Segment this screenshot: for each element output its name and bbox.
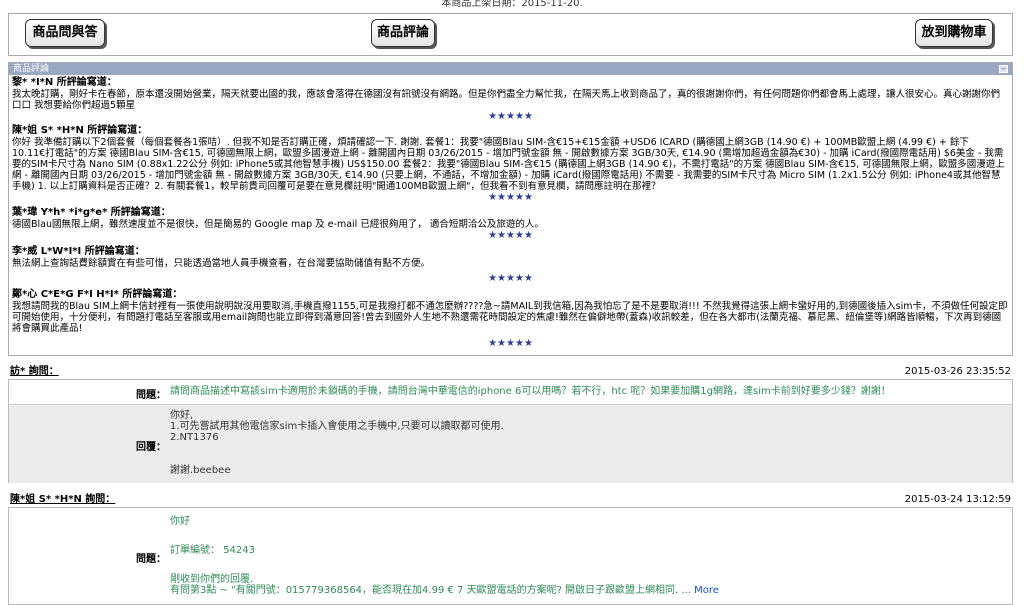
collapse-icon[interactable]: − (999, 65, 1008, 73)
review-author: 李*威 L*W*I*I 所評論寫道： (12, 246, 145, 257)
question-date: 2015-03-24 13:12:59 (904, 494, 1011, 505)
question-date: 2015-03-26 23:35:52 (904, 366, 1011, 377)
star-rating: ★★★★★ (488, 273, 533, 284)
review-panel: 商品評論 − 黎* *I*N 所評論寫道： 我太晚訂購，剛好卡在春節，原本還沒開… (8, 62, 1013, 356)
review-author: 鄭*心 C*E*G F*I H*I* 所評論寫道： (12, 289, 183, 300)
asker-name[interactable]: 訪* 詢問： (10, 365, 59, 378)
question-line: 你好 (170, 516, 190, 527)
review-item: 黎* *I*N 所評論寫道： 我太晚訂購，剛好卡在春節，原本還沒開始營業，隔天就… (9, 76, 1012, 122)
question-box: 問題： 你好 訂單編號： 54243 剛收到你們的回覆. 有問第3點 ~ "有關… (8, 507, 1013, 605)
question-line (170, 527, 719, 538)
add-to-cart-button[interactable]: 放到購物車 (915, 19, 993, 47)
star-rating: ★★★★★ (488, 230, 533, 241)
review-text: 無法網上查詢話費餘額實在有些可惜，只能透過當地人員手機查看，在台灣要協助儲值有點… (12, 258, 431, 269)
question-text: 你好 訂單編號： 54243 剛收到你們的回覆. 有問第3點 ~ "有關門號：0… (170, 516, 719, 596)
answer-line: 2.NT1376 (170, 432, 219, 443)
star-rating: ★★★★★ (488, 338, 533, 349)
star-rating: ★★★★★ (488, 192, 533, 203)
review-button[interactable]: 商品評論 (371, 19, 435, 47)
review-text: 你好 我準備訂購以下2個套餐（每個套餐各1張咭）. 但我不知是否訂購正確，煩請確… (12, 137, 1005, 192)
review-item: 李*威 L*W*I*I 所評論寫道： 無法網上查詢話費餘額實在有些可惜，只能透過… (9, 245, 1012, 284)
review-author: 黎* *I*N 所評論寫道： (12, 77, 117, 88)
question-header: 訪* 詢問： 2015-03-26 23:35:52 (8, 365, 1011, 378)
question-row: 問題： 請問商品描述中寫該sim卡適用於未鎖碼的手機，請問台灣中華電信的ipho… (9, 380, 1012, 402)
question-label: 問題： (136, 554, 166, 565)
answer-row: 回覆： 你好, 1.可先嘗試用其他電信家sim卡插入會使用之手機中,只要可以讀取… (9, 404, 1012, 483)
question-line: 訂單編號： 54243 (170, 545, 255, 556)
more-link[interactable]: More (694, 585, 719, 596)
answer-line: 1.可先嘗試用其他電信家sim卡插入會使用之手機中,只要可以讀取都可使用. (170, 421, 504, 432)
question-line-last: 有問第3點 ~ "有關門號：015779368564，能否現在加4.99 € 7… (170, 585, 719, 596)
question-line: 剛收到你們的回覆. (170, 574, 254, 585)
question-box: 問題： 請問商品描述中寫該sim卡適用於未鎖碼的手機，請問台灣中華電信的ipho… (8, 379, 1013, 483)
review-panel-title: 商品評論 (13, 64, 50, 74)
review-item: 葉*瑋 Y*h* *i*g*e* 所評論寫道： 德國Blau國無限上網，雖然速度… (9, 206, 1012, 241)
review-text: 德國Blau國無限上網，雖然速度並不是很快，但是簡易的 Google map 及… (12, 219, 544, 230)
question-line (170, 556, 719, 567)
question-line: 有問第3點 ~ "有關門號：015779368564，能否現在加4.99 € 7… (170, 585, 691, 596)
answer-line: 謝謝.beebee (170, 465, 231, 476)
question-text: 請問商品描述中寫該sim卡適用於未鎖碼的手機，請問台灣中華電信的iphone 6… (170, 386, 891, 397)
star-rating: ★★★★★ (488, 111, 533, 122)
listing-date-note: 本商品上架日期：2015-11-20. (441, 0, 583, 9)
answer-label: 回覆： (136, 442, 166, 453)
review-text: 我太晚訂購，剛好卡在春節，原本還沒開始營業，隔天就要出國的我，應該會落得在德國沒… (12, 89, 1001, 111)
review-text: 我想請問我的Blau SIM上網卡信封裡有一張使用說明說沒用要取消,手機直撥11… (12, 301, 1008, 334)
qa-button[interactable]: 商品問與答 (25, 19, 105, 47)
answer-text: 你好, 1.可先嘗試用其他電信家sim卡插入會使用之手機中,只要可以讀取都可使用… (170, 410, 504, 476)
action-button-bar: 商品問與答 商品評論 放到購物車 (8, 13, 1013, 56)
answer-line: 你好, (170, 410, 194, 421)
answer-line (170, 443, 504, 454)
review-item: 陳*姐 S* *H*N 所評論寫道： 你好 我準備訂購以下2個套餐（每個套餐各1… (9, 124, 1012, 203)
review-author: 葉*瑋 Y*h* *i*g*e* 所評論寫道： (12, 207, 171, 218)
asker-name[interactable]: 陳*姐 S* *H*N 詢問： (10, 493, 115, 506)
review-author: 陳*姐 S* *H*N 所評論寫道： (12, 125, 148, 136)
review-panel-header: 商品評論 − (9, 63, 1012, 75)
review-item: 鄭*心 C*E*G F*I H*I* 所評論寫道： 我想請問我的Blau SIM… (9, 288, 1012, 349)
question-label: 問題： (136, 390, 166, 401)
question-header: 陳*姐 S* *H*N 詢問： 2015-03-24 13:12:59 (8, 493, 1011, 506)
